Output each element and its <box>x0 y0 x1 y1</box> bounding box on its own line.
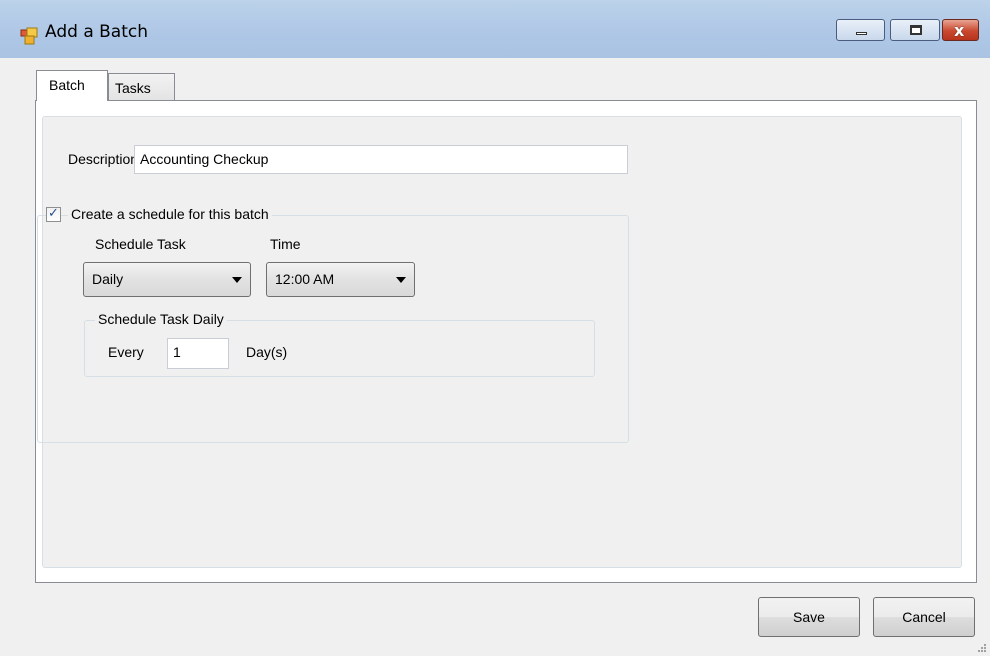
schedule-daily-caption: Schedule Task Daily <box>95 311 227 327</box>
close-button[interactable]: x <box>942 19 979 41</box>
time-label: Time <box>270 236 301 252</box>
schedule-checkbox-label: Create a schedule for this batch <box>68 206 272 222</box>
save-button[interactable]: Save <box>758 597 860 637</box>
resize-grip-icon[interactable] <box>978 644 986 652</box>
schedule-group: ✓ Create a schedule for this batch Sched… <box>37 205 629 443</box>
maximize-icon <box>910 25 922 35</box>
chevron-down-icon <box>232 277 242 283</box>
title-bar[interactable]: Add a Batch x <box>0 0 990 58</box>
days-label: Day(s) <box>246 344 288 360</box>
time-select[interactable]: 12:00 AM <box>266 262 415 297</box>
add-batch-window: Add a Batch x Batch Tasks Description Ac… <box>0 0 990 656</box>
schedule-task-select[interactable]: Daily <box>83 262 251 297</box>
window-title: Add a Batch <box>45 22 149 42</box>
minimize-button[interactable] <box>836 19 885 41</box>
minimize-icon <box>856 32 867 35</box>
checkmark-icon: ✓ <box>48 205 59 220</box>
cancel-button[interactable]: Cancel <box>873 597 975 637</box>
schedule-task-value: Daily <box>92 271 124 287</box>
schedule-task-label: Schedule Task <box>95 236 186 252</box>
tab-tasks[interactable]: Tasks <box>108 73 175 101</box>
chevron-down-icon <box>396 277 406 283</box>
schedule-daily-group: Schedule Task Daily Every 1 Day(s) <box>84 311 595 377</box>
batch-panel: Description Accounting Checkup ✓ Create … <box>37 116 962 568</box>
app-window-icon <box>20 27 38 45</box>
time-value: 12:00 AM <box>275 271 335 287</box>
tab-batch[interactable]: Batch <box>36 70 108 101</box>
every-label: Every <box>108 344 144 360</box>
description-label: Description <box>68 151 139 167</box>
schedule-checkbox[interactable]: ✓ <box>46 205 61 222</box>
batch-tab-page: Description Accounting Checkup ✓ Create … <box>35 100 977 583</box>
every-input[interactable]: 1 <box>167 338 229 369</box>
client-area: Batch Tasks Description Accounting Check… <box>9 58 980 648</box>
close-icon: x <box>954 21 965 40</box>
description-input[interactable]: Accounting Checkup <box>134 145 628 174</box>
maximize-button[interactable] <box>890 19 940 41</box>
